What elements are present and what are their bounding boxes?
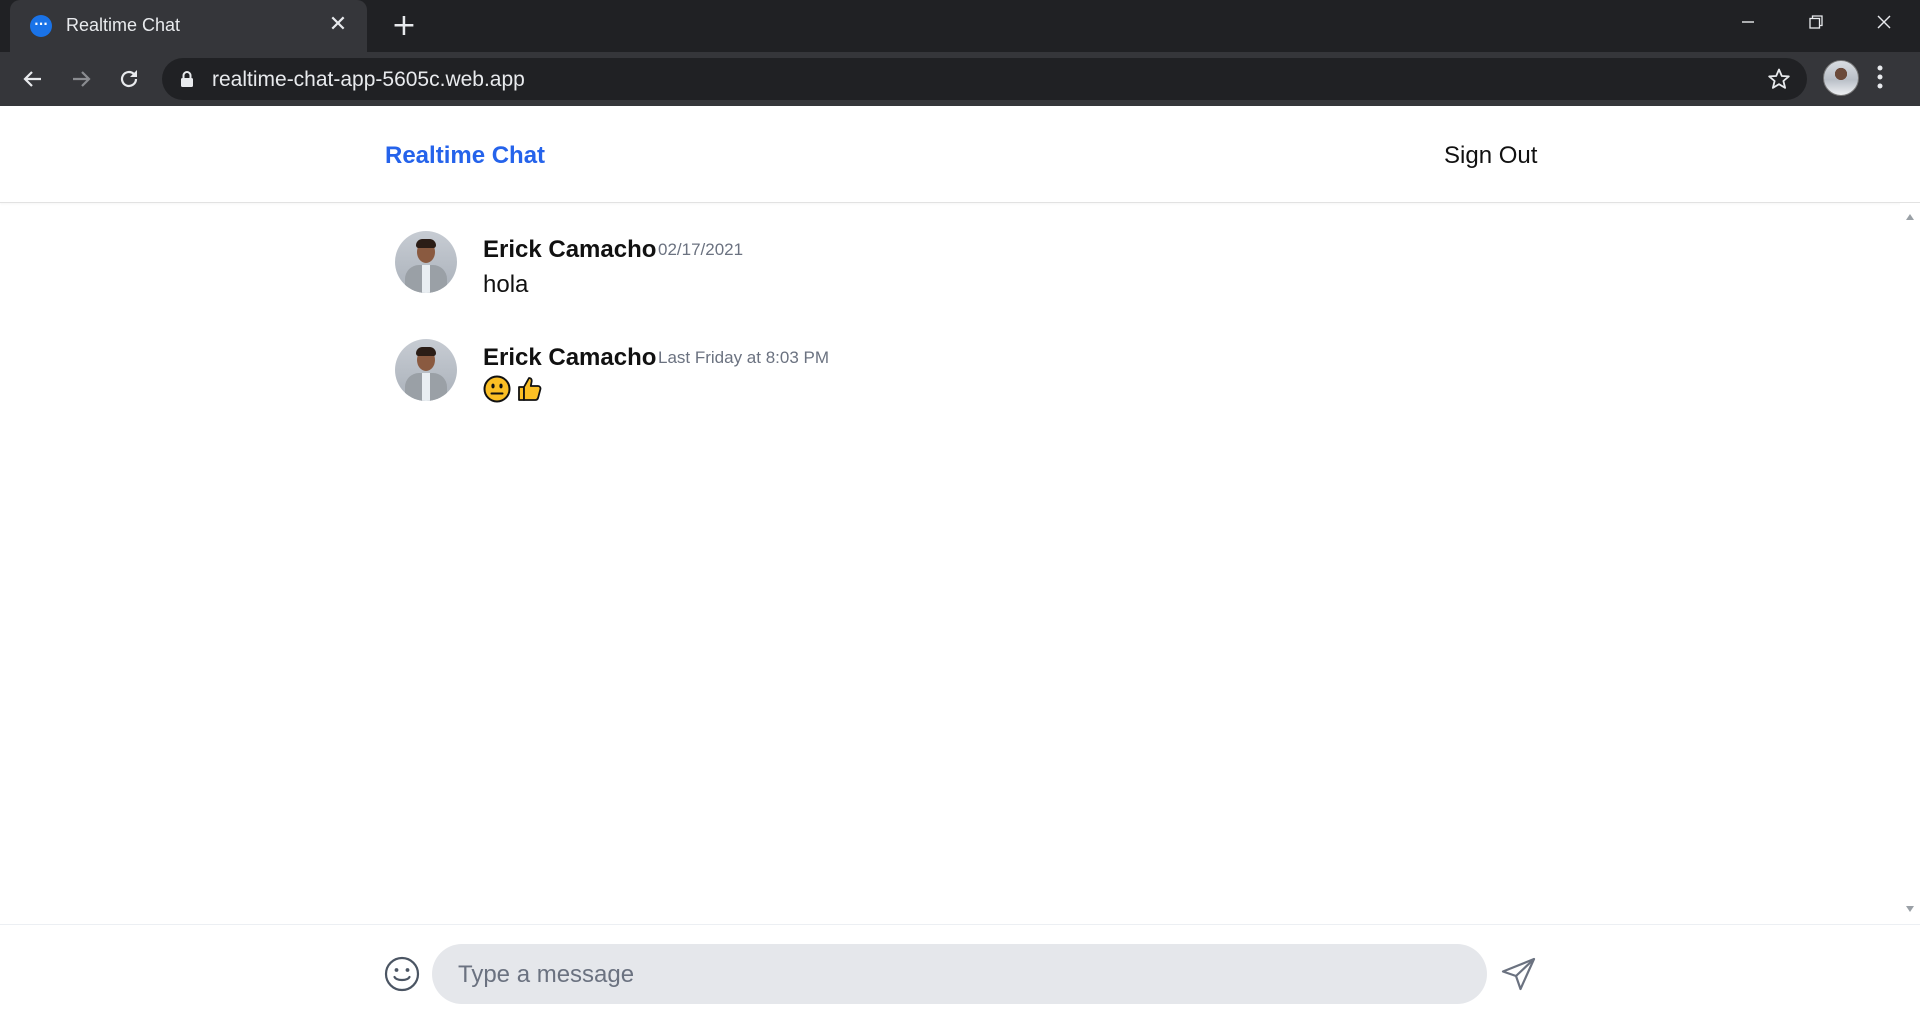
avatar [395,339,457,401]
new-tab-icon[interactable]: + [388,10,420,42]
message-emojis [483,375,543,408]
avatar [395,231,457,293]
browser-toolbar: realtime-chat-app-5605c.web.app [0,52,1920,106]
message-text: hola [483,271,529,298]
tab-close-icon[interactable]: ✕ [323,10,353,40]
sign-out-button[interactable]: Sign Out [1444,142,1537,170]
thumbs-up-emoji-icon [515,375,543,408]
message-item: Erick Camacho Last Friday at 8:03 PM [395,339,1295,409]
smiley-icon[interactable] [383,955,421,998]
address-bar[interactable]: realtime-chat-app-5605c.web.app [162,58,1807,100]
chat-favicon-icon: ··· [30,15,52,37]
browser-tab[interactable]: ··· Realtime Chat ✕ [10,0,367,52]
restore-icon[interactable] [1782,0,1850,44]
forward-arrow-icon[interactable] [62,60,100,98]
app-brand[interactable]: Realtime Chat [385,142,545,170]
message-composer [0,924,1920,1026]
url-text: realtime-chat-app-5605c.web.app [212,68,525,91]
message-timestamp: 02/17/2021 [658,240,744,259]
reload-icon[interactable] [110,60,148,98]
message-author: Erick Camacho [483,344,657,371]
scroll-down-arrow-icon[interactable] [1905,900,1915,918]
browser-menu-icon[interactable] [1876,63,1884,96]
minimize-icon[interactable] [1714,0,1782,44]
neutral-face-emoji-icon [483,375,511,408]
send-icon[interactable] [1500,955,1538,998]
scroll-up-arrow-icon[interactable] [1905,208,1915,226]
back-arrow-icon[interactable] [14,60,52,98]
browser-titlebar: ··· Realtime Chat ✕ + [0,0,1920,52]
message-author: Erick Camacho [483,236,657,263]
bookmark-star-icon[interactable] [1767,67,1791,96]
window-close-icon[interactable] [1850,0,1918,44]
app-header: Realtime Chat Sign Out [0,106,1920,203]
lock-icon [180,70,194,93]
tab-title: Realtime Chat [66,15,181,35]
message-input-wrapper [432,944,1487,1004]
profile-avatar[interactable] [1823,60,1859,96]
message-input[interactable] [456,954,1460,996]
message-list[interactable]: Erick Camacho 02/17/2021 hola Erick Cama… [0,203,1900,923]
message-item: Erick Camacho 02/17/2021 hola [395,231,1295,301]
message-timestamp: Last Friday at 8:03 PM [658,348,830,367]
messages-scrollbar[interactable] [1900,203,1920,923]
